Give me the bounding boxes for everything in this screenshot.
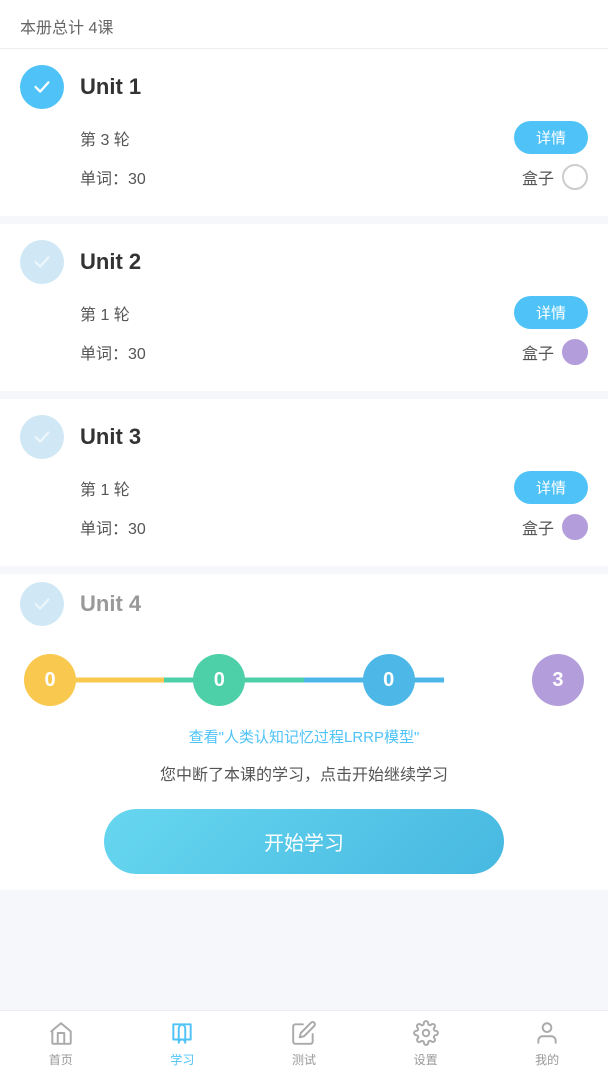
progress-node-3: 3 [532, 654, 584, 706]
unit1-words: 单词：30 [80, 165, 146, 189]
unit3-details: 第 1 轮 详情 单词：30 盒子 [80, 471, 588, 540]
unit1-icon [20, 65, 64, 109]
unit2-icon [20, 240, 64, 284]
unit1-box-label: 盒子 [522, 165, 554, 189]
unit1-title: Unit 1 [80, 74, 141, 100]
unit1-details: 第 3 轮 详情 单词：30 盒子 [80, 121, 588, 190]
unit3-box-circle[interactable] [562, 514, 588, 540]
start-button[interactable]: 开始学习 [104, 809, 504, 874]
unit2-detail-button[interactable]: 详情 [514, 296, 588, 329]
unit3-round: 第 1 轮 [80, 476, 130, 500]
progress-node-0: 0 [24, 654, 76, 706]
unit2-words: 单词：30 [80, 340, 146, 364]
progress-section: 0 0 0 3 查看"人类认知记忆过程LRRP模型" 您中断了本课的学习，点击开… [0, 634, 608, 890]
bottom-nav: 首页 学习 测试 设置 [0, 1010, 608, 1080]
unit2-words-row: 单词：30 盒子 [80, 339, 588, 365]
unit2-title: Unit 2 [80, 249, 141, 275]
header-title: 本册总计 4课 [20, 20, 113, 37]
home-icon [47, 1019, 75, 1047]
nav-item-home[interactable]: 首页 [0, 1019, 122, 1068]
progress-node-2: 0 [363, 654, 415, 706]
unit3-round-row: 第 1 轮 详情 [80, 471, 588, 504]
unit-card-3: Unit 3 第 1 轮 详情 单词：30 盒子 [0, 399, 608, 566]
unit1-box-circle[interactable] [562, 164, 588, 190]
unit4-title-partial: Unit 4 [80, 591, 141, 617]
unit1-detail-button[interactable]: 详情 [514, 121, 588, 154]
unit2-details: 第 1 轮 详情 单词：30 盒子 [80, 296, 588, 365]
gear-icon [412, 1019, 440, 1047]
unit1-header: Unit 1 [20, 65, 588, 109]
nav-item-test[interactable]: 测试 [243, 1019, 365, 1068]
person-icon [533, 1019, 561, 1047]
unit3-box-area: 盒子 [522, 514, 588, 540]
unit2-box-area: 盒子 [522, 339, 588, 365]
unit3-box-label: 盒子 [522, 515, 554, 539]
unit3-words: 单词：30 [80, 515, 146, 539]
nav-label-home: 首页 [49, 1051, 73, 1068]
unit2-box-label: 盒子 [522, 340, 554, 364]
progress-node-1: 0 [193, 654, 245, 706]
edit-icon [290, 1019, 318, 1047]
unit3-words-row: 单词：30 盒子 [80, 514, 588, 540]
unit1-round: 第 3 轮 [80, 126, 130, 150]
progress-message: 您中断了本课的学习，点击开始继续学习 [24, 763, 584, 789]
nav-label-test: 测试 [292, 1051, 316, 1068]
unit2-round-row: 第 1 轮 详情 [80, 296, 588, 329]
unit3-detail-button[interactable]: 详情 [514, 471, 588, 504]
progress-track: 0 0 0 3 [24, 654, 584, 706]
unit-card-2: Unit 2 第 1 轮 详情 单词：30 盒子 [0, 224, 608, 391]
nav-item-profile[interactable]: 我的 [486, 1019, 608, 1068]
unit1-words-row: 单词：30 盒子 [80, 164, 588, 190]
unit-card-1: Unit 1 第 3 轮 详情 单词：30 盒子 [0, 49, 608, 216]
nav-item-settings[interactable]: 设置 [365, 1019, 487, 1068]
book-icon [168, 1019, 196, 1047]
unit2-header: Unit 2 [20, 240, 588, 284]
nav-item-study[interactable]: 学习 [122, 1019, 244, 1068]
unit1-round-row: 第 3 轮 详情 [80, 121, 588, 154]
main-content: Unit 1 第 3 轮 详情 单词：30 盒子 Unit [0, 49, 608, 1010]
page-header: 本册总计 4课 [0, 0, 608, 49]
nav-label-settings: 设置 [414, 1051, 438, 1068]
unit4-icon-partial [20, 582, 64, 626]
unit2-round: 第 1 轮 [80, 301, 130, 325]
nav-label-profile: 我的 [535, 1051, 559, 1068]
unit-card-4-partial: Unit 4 [0, 574, 608, 634]
unit2-box-circle[interactable] [562, 339, 588, 365]
unit3-header: Unit 3 [20, 415, 588, 459]
unit3-title: Unit 3 [80, 424, 141, 450]
nav-label-study: 学习 [170, 1051, 194, 1068]
lrrp-link[interactable]: 查看"人类认知记忆过程LRRP模型" [24, 726, 584, 747]
unit1-box-area: 盒子 [522, 164, 588, 190]
unit3-icon [20, 415, 64, 459]
